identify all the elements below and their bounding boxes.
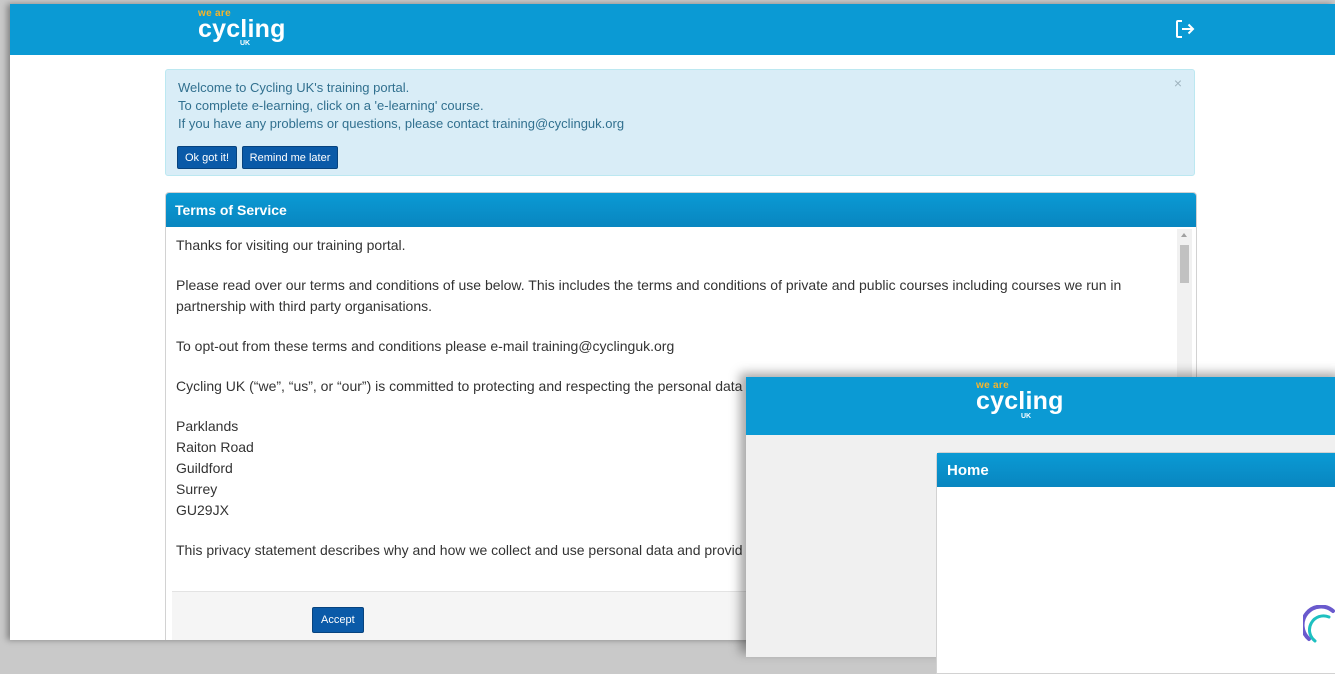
cycling-uk-logo[interactable]: we are cycling UK [976, 381, 1064, 421]
alert-message: Welcome to Cycling UK's training portal.… [178, 79, 624, 133]
loading-spinner-icon [1303, 605, 1335, 643]
scroll-thumb[interactable] [1180, 245, 1189, 283]
remind-me-later-button[interactable]: Remind me later [241, 146, 339, 169]
top-bar: we are cycling UK [10, 4, 1335, 55]
tos-title: Terms of Service [166, 193, 1196, 227]
logo-brand: cycling [976, 387, 1064, 415]
close-icon[interactable]: × [1174, 75, 1182, 91]
logo-uk: UK [1021, 413, 1032, 420]
alert-line: To complete e-learning, click on a 'e-le… [178, 98, 484, 113]
scroll-up-arrow-icon[interactable] [1181, 233, 1187, 237]
overlay-top-bar: we are cycling UK [746, 377, 1335, 435]
accept-button[interactable]: Accept [312, 607, 364, 633]
overlay-window: we are cycling UK Home [746, 377, 1335, 674]
home-title: Home [937, 453, 1335, 487]
tos-paragraph: Thanks for visiting our training portal. [176, 237, 406, 253]
home-panel: Home [936, 452, 1335, 674]
cycling-uk-logo[interactable]: we are cycling UK [198, 9, 286, 48]
alert-line: Welcome to Cycling UK's training portal. [178, 80, 410, 95]
tos-paragraph: To opt-out from these terms and conditio… [176, 338, 675, 354]
alert-line: If you have any problems or questions, p… [178, 116, 625, 131]
logo-uk: UK [240, 40, 251, 47]
tos-paragraph: Please read over our terms and condition… [176, 277, 1122, 314]
welcome-alert: Welcome to Cycling UK's training portal.… [165, 69, 1195, 176]
logout-icon[interactable] [1173, 17, 1197, 41]
logo-brand: cycling [198, 15, 286, 43]
ok-got-it-button[interactable]: Ok got it! [177, 146, 238, 169]
